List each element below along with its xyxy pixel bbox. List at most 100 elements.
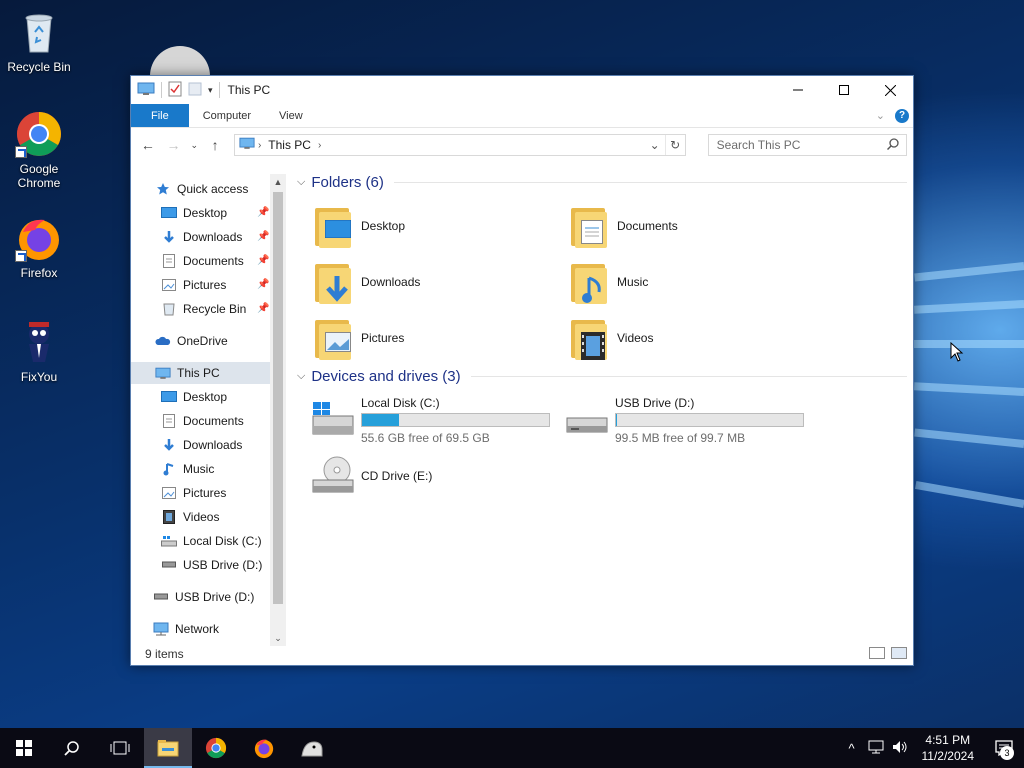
separator <box>161 82 162 98</box>
nav-item-onedrive[interactable]: OneDrive <box>155 330 228 352</box>
nav-item-local-disk[interactable]: Local Disk (C:) <box>161 530 262 552</box>
folder-documents[interactable]: Documents <box>569 204 678 248</box>
quick-access-toolbar-dropdown-icon[interactable]: ▾ <box>208 85 213 96</box>
taskbar-firefox[interactable] <box>240 728 288 768</box>
task-view-button[interactable] <box>96 728 144 768</box>
close-button[interactable] <box>867 76 913 104</box>
nav-item-desktop-pinned[interactable]: Desktop <box>161 202 227 224</box>
recycle-bin-icon <box>161 301 177 317</box>
tab-computer[interactable]: Computer <box>189 104 265 127</box>
desktop-icon-recycle-bin[interactable]: Recycle Bin <box>0 8 78 74</box>
nav-item-videos[interactable]: Videos <box>161 506 219 528</box>
expand-ribbon-icon[interactable]: ⌄ <box>876 109 885 122</box>
folder-music[interactable]: Music <box>569 260 648 304</box>
nav-item-label: Local Disk (C:) <box>183 534 262 548</box>
breadcrumb-this-pc[interactable]: This PC <box>264 138 315 152</box>
pin-icon[interactable]: 📌 <box>257 303 269 314</box>
drive-free-space: 55.6 GB free of 69.5 GB <box>361 431 490 445</box>
nav-item-quick-access[interactable]: Quick access <box>155 178 248 200</box>
folder-label: Documents <box>617 219 678 233</box>
nav-item-recycle-bin-pinned[interactable]: Recycle Bin <box>161 298 246 320</box>
nav-item-desktop[interactable]: Desktop <box>161 386 227 408</box>
pin-icon[interactable]: 📌 <box>257 255 269 266</box>
desktop-folder-icon <box>313 204 353 248</box>
search-button[interactable] <box>48 728 96 768</box>
taskbar-chrome[interactable] <box>192 728 240 768</box>
drive-usb-d[interactable]: USB Drive (D:) 99.5 MB free of 99.7 MB <box>563 396 804 445</box>
minimize-icon <box>793 89 803 91</box>
wallpaper-beam <box>914 428 1024 448</box>
nav-item-network[interactable]: Network <box>153 618 219 640</box>
large-icons-view-icon[interactable] <box>891 647 907 659</box>
nav-item-music[interactable]: Music <box>161 458 214 480</box>
up-button[interactable]: ↑ <box>204 134 226 156</box>
back-button[interactable]: ← <box>137 134 159 156</box>
nav-item-label: USB Drive (D:) <box>183 558 263 572</box>
nav-item-documents-pinned[interactable]: Documents <box>161 250 244 272</box>
nav-item-usb-drive[interactable]: USB Drive (D:) <box>161 554 262 576</box>
nav-item-pictures[interactable]: Pictures <box>161 482 226 504</box>
action-center-button[interactable]: 3 <box>984 728 1024 768</box>
properties-icon[interactable] <box>168 81 182 100</box>
scroll-up-icon[interactable]: ▲ <box>270 174 286 190</box>
videos-folder-icon <box>569 316 609 360</box>
pin-icon[interactable]: 📌 <box>257 279 269 290</box>
start-button[interactable] <box>0 728 48 768</box>
clock-time: 4:51 PM <box>925 733 971 747</box>
forward-button[interactable]: → <box>163 134 185 156</box>
nav-item-label: OneDrive <box>177 334 228 348</box>
breadcrumb-chevron-icon[interactable]: › <box>315 140 324 151</box>
refresh-icon[interactable]: ↻ <box>664 135 685 155</box>
desktop-icon-fixyou[interactable]: FixYou <box>0 318 78 384</box>
recycle-bin-icon <box>15 8 63 56</box>
folder-videos[interactable]: Videos <box>569 316 653 360</box>
nav-item-usb-drive-root[interactable]: USB Drive (D:) <box>153 586 254 608</box>
search-input[interactable] <box>716 138 887 152</box>
folder-pictures[interactable]: Pictures <box>313 316 404 360</box>
tab-view[interactable]: View <box>265 104 317 127</box>
forward-arrow-icon: → <box>166 137 181 153</box>
nav-scrollbar[interactable]: ▲ ⌄ <box>270 174 286 646</box>
mouse-cursor-icon <box>950 342 964 362</box>
show-hidden-icons-icon[interactable]: ^ <box>840 741 864 756</box>
up-arrow-icon: ↑ <box>211 137 219 153</box>
pictures-icon <box>161 485 177 501</box>
drive-cd-e[interactable]: CD Drive (E:) <box>309 454 432 498</box>
address-dropdown-icon[interactable]: ⌄ <box>645 135 665 155</box>
nav-item-pictures-pinned[interactable]: Pictures <box>161 274 226 296</box>
nav-item-documents[interactable]: Documents <box>161 410 244 432</box>
explorer-window: ▾ This PC File Computer View ⌄ ? ← → ⌄ ↑ <box>130 75 914 666</box>
content-pane: ⌵ Folders (6) Desktop Documents Download… <box>291 174 911 646</box>
clock[interactable]: 4:51 PM 11/2/2024 <box>912 732 985 764</box>
desktop-icon-chrome[interactable]: Google Chrome <box>0 110 78 190</box>
new-folder-icon[interactable] <box>188 81 202 100</box>
search-box[interactable] <box>707 134 908 156</box>
folder-downloads[interactable]: Downloads <box>313 260 420 304</box>
tab-file[interactable]: File <box>131 104 189 127</box>
volume-icon[interactable] <box>888 740 912 757</box>
help-icon[interactable]: ? <box>895 108 909 123</box>
breadcrumb-chevron-icon[interactable]: › <box>255 140 264 151</box>
drives-group-header[interactable]: ⌵ Devices and drives (3) <box>297 368 907 385</box>
nav-item-downloads-pinned[interactable]: Downloads <box>161 226 242 248</box>
desktop-icon-firefox[interactable]: Firefox <box>0 214 78 280</box>
scrollbar-thumb[interactable] <box>273 192 283 604</box>
network-icon[interactable] <box>864 740 888 757</box>
taskbar-mascot-app[interactable] <box>288 728 336 768</box>
details-view-icon[interactable] <box>869 647 885 659</box>
drive-local-disk-c[interactable]: Local Disk (C:) 55.6 GB free of 69.5 GB <box>309 396 550 445</box>
pin-icon[interactable]: 📌 <box>257 231 269 242</box>
recent-locations-button[interactable]: ⌄ <box>188 134 200 156</box>
mascot-app-icon <box>301 741 323 757</box>
videos-icon <box>161 509 177 525</box>
address-bar[interactable]: › This PC › ⌄ ↻ <box>233 134 686 156</box>
nav-item-this-pc[interactable]: This PC <box>131 362 270 384</box>
taskbar-file-explorer[interactable] <box>144 728 192 768</box>
folder-desktop[interactable]: Desktop <box>313 204 405 248</box>
maximize-button[interactable] <box>821 76 867 104</box>
folders-group-header[interactable]: ⌵ Folders (6) <box>297 174 907 191</box>
desktop-icon <box>161 389 177 405</box>
pin-icon[interactable]: 📌 <box>257 207 269 218</box>
nav-item-downloads[interactable]: Downloads <box>161 434 242 456</box>
minimize-button[interactable] <box>775 76 821 104</box>
